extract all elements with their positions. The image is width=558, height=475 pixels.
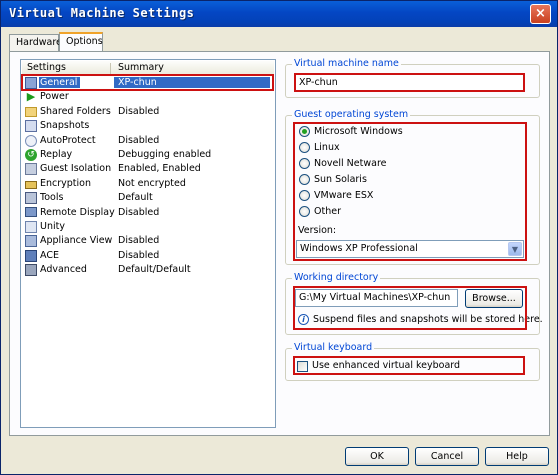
list-item-snapshots[interactable]: Snapshots <box>22 119 274 133</box>
keyboard-group-title: Virtual keyboard <box>292 342 375 353</box>
appliance-icon <box>25 235 37 248</box>
radio-label: VMware ESX <box>314 190 374 201</box>
list-item-summary: Debugging enabled <box>118 148 212 160</box>
tab-hardware[interactable]: Hardware <box>9 34 62 51</box>
vm-name-input[interactable]: XP-chun <box>295 74 524 91</box>
list-item-label: Guest Isolation <box>40 163 112 175</box>
tab-options[interactable]: Options <box>59 32 103 51</box>
radio-button[interactable] <box>299 158 310 169</box>
list-item-summary: XP-chun <box>114 77 270 88</box>
autoprotect-icon <box>25 134 37 147</box>
power-icon: ▶ <box>26 90 36 104</box>
radio-label: Linux <box>314 142 340 153</box>
lock-icon <box>25 180 37 189</box>
list-item-unity[interactable]: Unity <box>22 220 274 234</box>
help-button[interactable]: Help <box>485 447 549 466</box>
settings-rows: General XP-chun ▶ Power Shared Folders D… <box>22 76 274 277</box>
list-item-label: Remote Display <box>40 206 115 218</box>
list-item-ace[interactable]: ACE Disabled <box>22 249 274 263</box>
list-item-label: Replay <box>40 148 73 160</box>
column-settings[interactable]: Settings <box>27 62 66 73</box>
settings-window: Virtual Machine Settings × Hardware Opti… <box>0 0 558 475</box>
list-item-general[interactable]: General XP-chun <box>22 76 274 90</box>
radio-button[interactable] <box>299 142 310 153</box>
radio-label: Other <box>314 206 341 217</box>
list-item-label: Tools <box>40 192 64 204</box>
radio-label: Sun Solaris <box>314 174 367 185</box>
list-item-summary: Disabled <box>118 206 160 218</box>
list-item-encryption[interactable]: Encryption Not encrypted <box>22 177 274 191</box>
radio-label: Microsoft Windows <box>314 126 403 137</box>
list-item-summary: Disabled <box>118 235 160 247</box>
enhanced-keyboard-checkbox[interactable] <box>297 361 308 372</box>
isolation-icon <box>25 163 37 176</box>
list-item-shared-folders[interactable]: Shared Folders Disabled <box>22 105 274 119</box>
list-item-advanced[interactable]: Advanced Default/Default <box>22 263 274 277</box>
list-item-label: Advanced <box>40 264 87 276</box>
list-item-summary: Default <box>118 192 153 204</box>
version-select[interactable]: Windows XP Professional ▼ <box>296 240 524 258</box>
unity-icon <box>25 220 37 233</box>
working-dir-group-title: Working directory <box>292 272 381 283</box>
list-item-autoprotect[interactable]: AutoProtect Disabled <box>22 134 274 148</box>
list-item-summary: Disabled <box>118 105 160 117</box>
vm-name-group-title: Virtual machine name <box>292 58 401 69</box>
version-select-value: Windows XP Professional <box>300 243 418 254</box>
list-item-label: Unity <box>40 220 65 232</box>
column-summary[interactable]: Summary <box>118 62 164 73</box>
snapshot-icon <box>25 120 37 133</box>
version-label: Version: <box>298 225 337 236</box>
list-item-label: Snapshots <box>40 120 90 132</box>
window-title: Virtual Machine Settings <box>9 6 195 20</box>
radio-button[interactable] <box>299 190 310 201</box>
advanced-icon <box>25 264 37 277</box>
list-item-summary: Disabled <box>118 134 160 146</box>
folder-icon <box>25 106 37 117</box>
radio-button[interactable] <box>299 174 310 185</box>
list-item-label: Power <box>40 91 69 103</box>
list-item-guest-isolation[interactable]: Guest Isolation Enabled, Enabled <box>22 162 274 176</box>
radio-button[interactable] <box>299 206 310 217</box>
title-bar[interactable]: Virtual Machine Settings × <box>1 1 557 27</box>
list-item-summary: Enabled, Enabled <box>118 163 201 175</box>
ace-icon <box>25 249 37 262</box>
browse-button[interactable]: Browse... <box>465 289 523 308</box>
list-item-summary: Disabled <box>118 249 160 261</box>
list-item-appliance-view[interactable]: Appliance View Disabled <box>22 234 274 248</box>
list-item-power[interactable]: ▶ Power <box>22 90 274 104</box>
general-icon <box>25 77 37 89</box>
close-button[interactable]: × <box>530 4 551 24</box>
enhanced-keyboard-label[interactable]: Use enhanced virtual keyboard <box>312 360 460 371</box>
tools-icon <box>25 192 37 205</box>
list-item-label: Appliance View <box>40 235 113 247</box>
list-item-label: AutoProtect <box>40 134 96 146</box>
list-item-label: General <box>39 77 81 88</box>
ok-button[interactable]: OK <box>345 447 409 466</box>
list-item-label: Encryption <box>40 177 92 189</box>
chevron-down-icon[interactable]: ▼ <box>508 242 522 256</box>
list-item-summary: Default/Default <box>118 264 191 276</box>
list-header: Settings Summary <box>22 61 274 76</box>
cancel-button[interactable]: Cancel <box>415 447 479 466</box>
display-icon <box>25 206 37 217</box>
list-item-replay[interactable]: ↺ Replay Debugging enabled <box>22 148 274 162</box>
list-item-remote-display[interactable]: Remote Display Disabled <box>22 206 274 220</box>
list-item-label: ACE <box>40 249 59 261</box>
guest-os-group-title: Guest operating system <box>292 109 411 120</box>
settings-list[interactable]: Settings Summary General XP-chun ▶ Power… <box>20 59 276 428</box>
radio-label: Novell Netware <box>314 158 387 169</box>
column-divider[interactable] <box>110 63 111 74</box>
replay-icon: ↺ <box>25 148 37 161</box>
working-dir-info: Suspend files and snapshots will be stor… <box>313 314 543 325</box>
radio-button-checked[interactable] <box>299 126 310 137</box>
working-dir-input[interactable]: G:\My Virtual Machines\XP-chun <box>295 289 458 307</box>
list-item-tools[interactable]: Tools Default <box>22 191 274 205</box>
info-icon: i <box>298 314 309 325</box>
list-item-label: Shared Folders <box>40 105 111 117</box>
list-item-summary: Not encrypted <box>118 177 186 189</box>
